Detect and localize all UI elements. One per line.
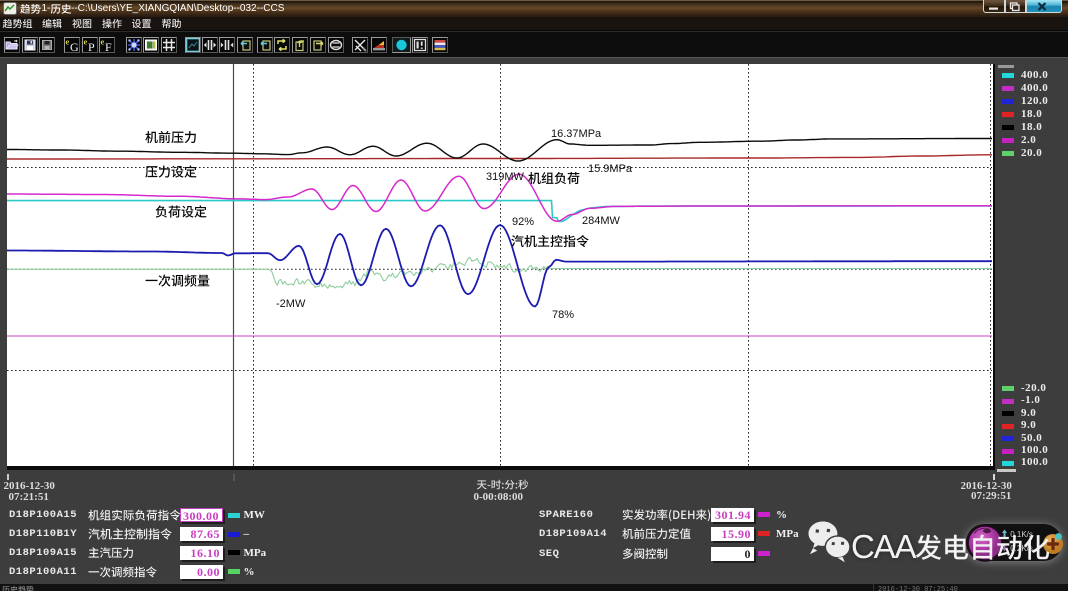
svg-text:e: e — [101, 38, 105, 47]
svg-text:P: P — [88, 40, 95, 52]
svg-text:G: G — [70, 40, 79, 52]
svg-text:F: F — [105, 40, 112, 52]
svg-text:e: e — [83, 38, 87, 47]
svg-text:e: e — [66, 38, 70, 47]
